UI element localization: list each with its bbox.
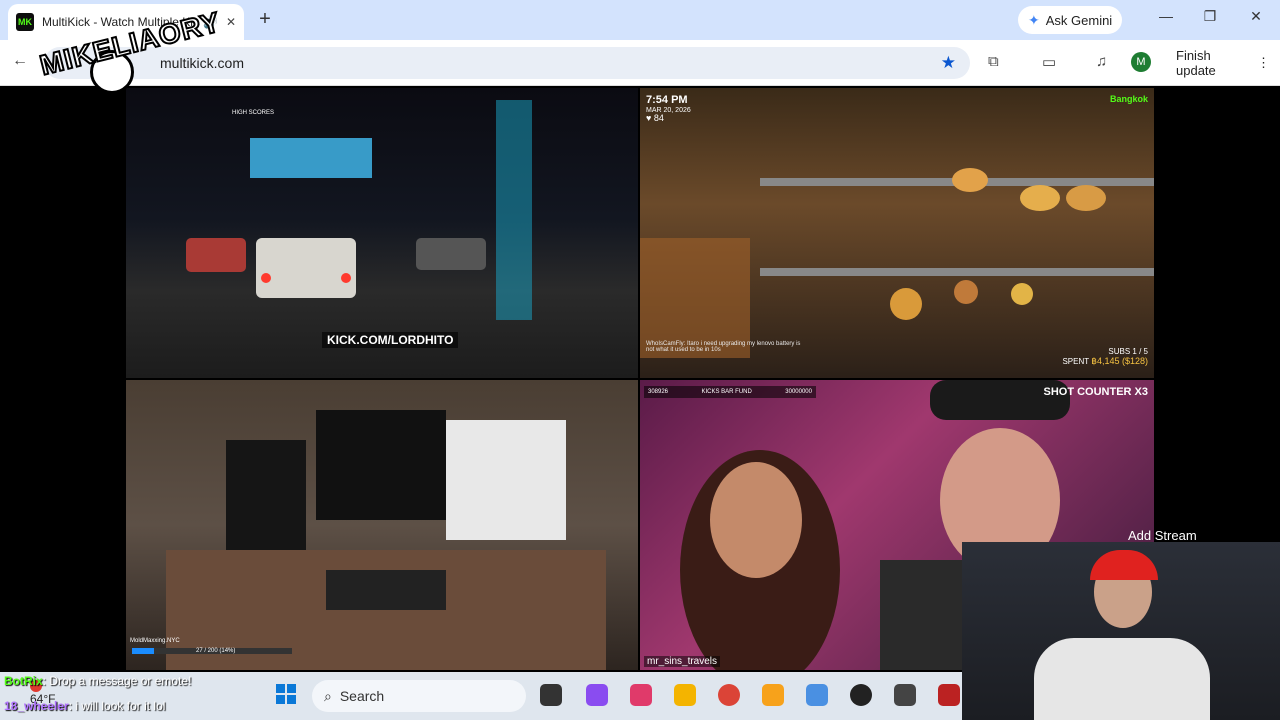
bookmark-star-icon[interactable]: ★	[941, 53, 956, 73]
back-arrow-icon[interactable]: ←	[12, 52, 28, 70]
stream-tile-moldmaxxing[interactable]: MoldMaxxing.NYC 27 / 200 (14%)	[126, 380, 638, 670]
stream-chat-overlay: WhoIsCamFly: Itaro i need upgrading my l…	[646, 341, 801, 353]
finish-update-label: Finish update	[1176, 48, 1216, 78]
streamer-handle: mr_sins_travels	[644, 656, 721, 667]
spent-amount: ฿4,145 ($128)	[1091, 356, 1148, 366]
task-view-icon[interactable]	[540, 684, 562, 706]
chat-message: BotRix: Drop a message or emote!	[4, 674, 191, 688]
cast-icon[interactable]: ▭	[1042, 53, 1056, 71]
kick-url-label: KICK.COM/LORDHITO	[322, 332, 459, 348]
streamer-nameplate: MoldMaxxing.NYC	[130, 638, 180, 644]
ask-gemini-label: Ask Gemini	[1045, 12, 1113, 28]
webcam-overlay	[962, 542, 1280, 720]
bar-fund-goal: 308926 KICKS BAR FUND 30000000	[644, 386, 816, 398]
webcam-person-shirt	[1034, 638, 1210, 720]
heart-count-value: 84	[653, 113, 664, 123]
chrome-icon[interactable]	[718, 684, 740, 706]
stream-clock: 7:54 PM	[646, 94, 688, 106]
pinned-app-4-icon[interactable]	[894, 684, 916, 706]
kick-favicon-icon: MK	[16, 13, 34, 31]
fund-current: 308926	[648, 389, 669, 395]
shot-counter: SHOT COUNTER X3	[1043, 386, 1148, 398]
file-explorer-icon[interactable]	[674, 684, 696, 706]
more-menu-icon[interactable]: ⋮	[1257, 55, 1270, 71]
finish-update-button[interactable]: Finish update ⋮	[1166, 48, 1280, 78]
chat-username: 18_wheeler	[4, 699, 69, 713]
spent-label: SPENT	[1062, 357, 1089, 366]
minimize-window-icon[interactable]: —	[1154, 8, 1178, 24]
new-tab-button[interactable]: +	[254, 8, 276, 30]
pinned-app-icon[interactable]	[630, 684, 652, 706]
add-stream-button[interactable]: Add Stream	[1128, 528, 1197, 543]
goal-progress-text: 27 / 200 (14%)	[196, 648, 236, 654]
close-window-icon[interactable]: ✕	[1244, 8, 1268, 25]
subs-count: 1 / 5	[1132, 347, 1148, 356]
browser-toolbar: ← multikick.com ★ ⧉ ▭ ♫ M Finish update …	[0, 40, 1280, 86]
subs-label: SUBS	[1108, 347, 1131, 356]
location-label: Bangkok	[1109, 94, 1148, 104]
chat-text: : i will look for it lol	[68, 699, 166, 713]
pinned-app-2-icon[interactable]	[762, 684, 784, 706]
subs-panel: SUBS 1 / 5 SPENT ฿4,145 ($128)	[1062, 347, 1148, 367]
room-scene	[166, 410, 606, 670]
address-bar[interactable]: multikick.com ★	[44, 47, 970, 79]
pinned-app-3-icon[interactable]	[806, 684, 828, 706]
fund-goal: 30000000	[785, 389, 812, 395]
search-icon: ⌕	[324, 687, 332, 704]
streamer-logo: MIKELIAORY	[34, 5, 225, 100]
windows-start-icon[interactable]	[276, 684, 296, 704]
chat-text: : Drop a message or emote!	[42, 674, 192, 688]
fund-label: KICKS BAR FUND	[701, 389, 752, 395]
pinned-app-5-icon[interactable]	[938, 684, 960, 706]
search-label: Search	[339, 688, 385, 704]
stream-tile-lordhito[interactable]: HIGH SCORES KICK.COM/LORDHITO	[126, 88, 638, 378]
heart-count: ♥ 84	[646, 113, 664, 123]
goal-progress-fill	[132, 648, 155, 654]
chat-message: 18_wheeler: i will look for it lol	[4, 699, 165, 713]
webcam-person-hat	[1090, 550, 1158, 580]
restore-window-icon[interactable]: ❐	[1198, 8, 1222, 25]
stream-tile-bangkok-bakery[interactable]: 7:54 PM MAR 20, 2026 ♥ 84 Bangkok WhoIsC…	[640, 88, 1154, 378]
extensions-icon[interactable]: ⧉	[988, 53, 999, 70]
gemini-sparkle-icon: ✦	[1028, 11, 1040, 28]
ask-gemini-button[interactable]: ✦ Ask Gemini	[1018, 6, 1123, 34]
obs-icon[interactable]	[850, 684, 872, 706]
profile-avatar[interactable]: M	[1131, 52, 1151, 72]
taskbar-search[interactable]: ⌕ Search	[312, 680, 526, 712]
media-controls-icon[interactable]: ♫	[1096, 53, 1107, 70]
chat-username: BotRix	[4, 674, 43, 688]
copilot-icon[interactable]	[586, 684, 608, 706]
bakery-scene	[640, 168, 1154, 358]
close-tab-icon[interactable]: ✕	[226, 15, 236, 29]
